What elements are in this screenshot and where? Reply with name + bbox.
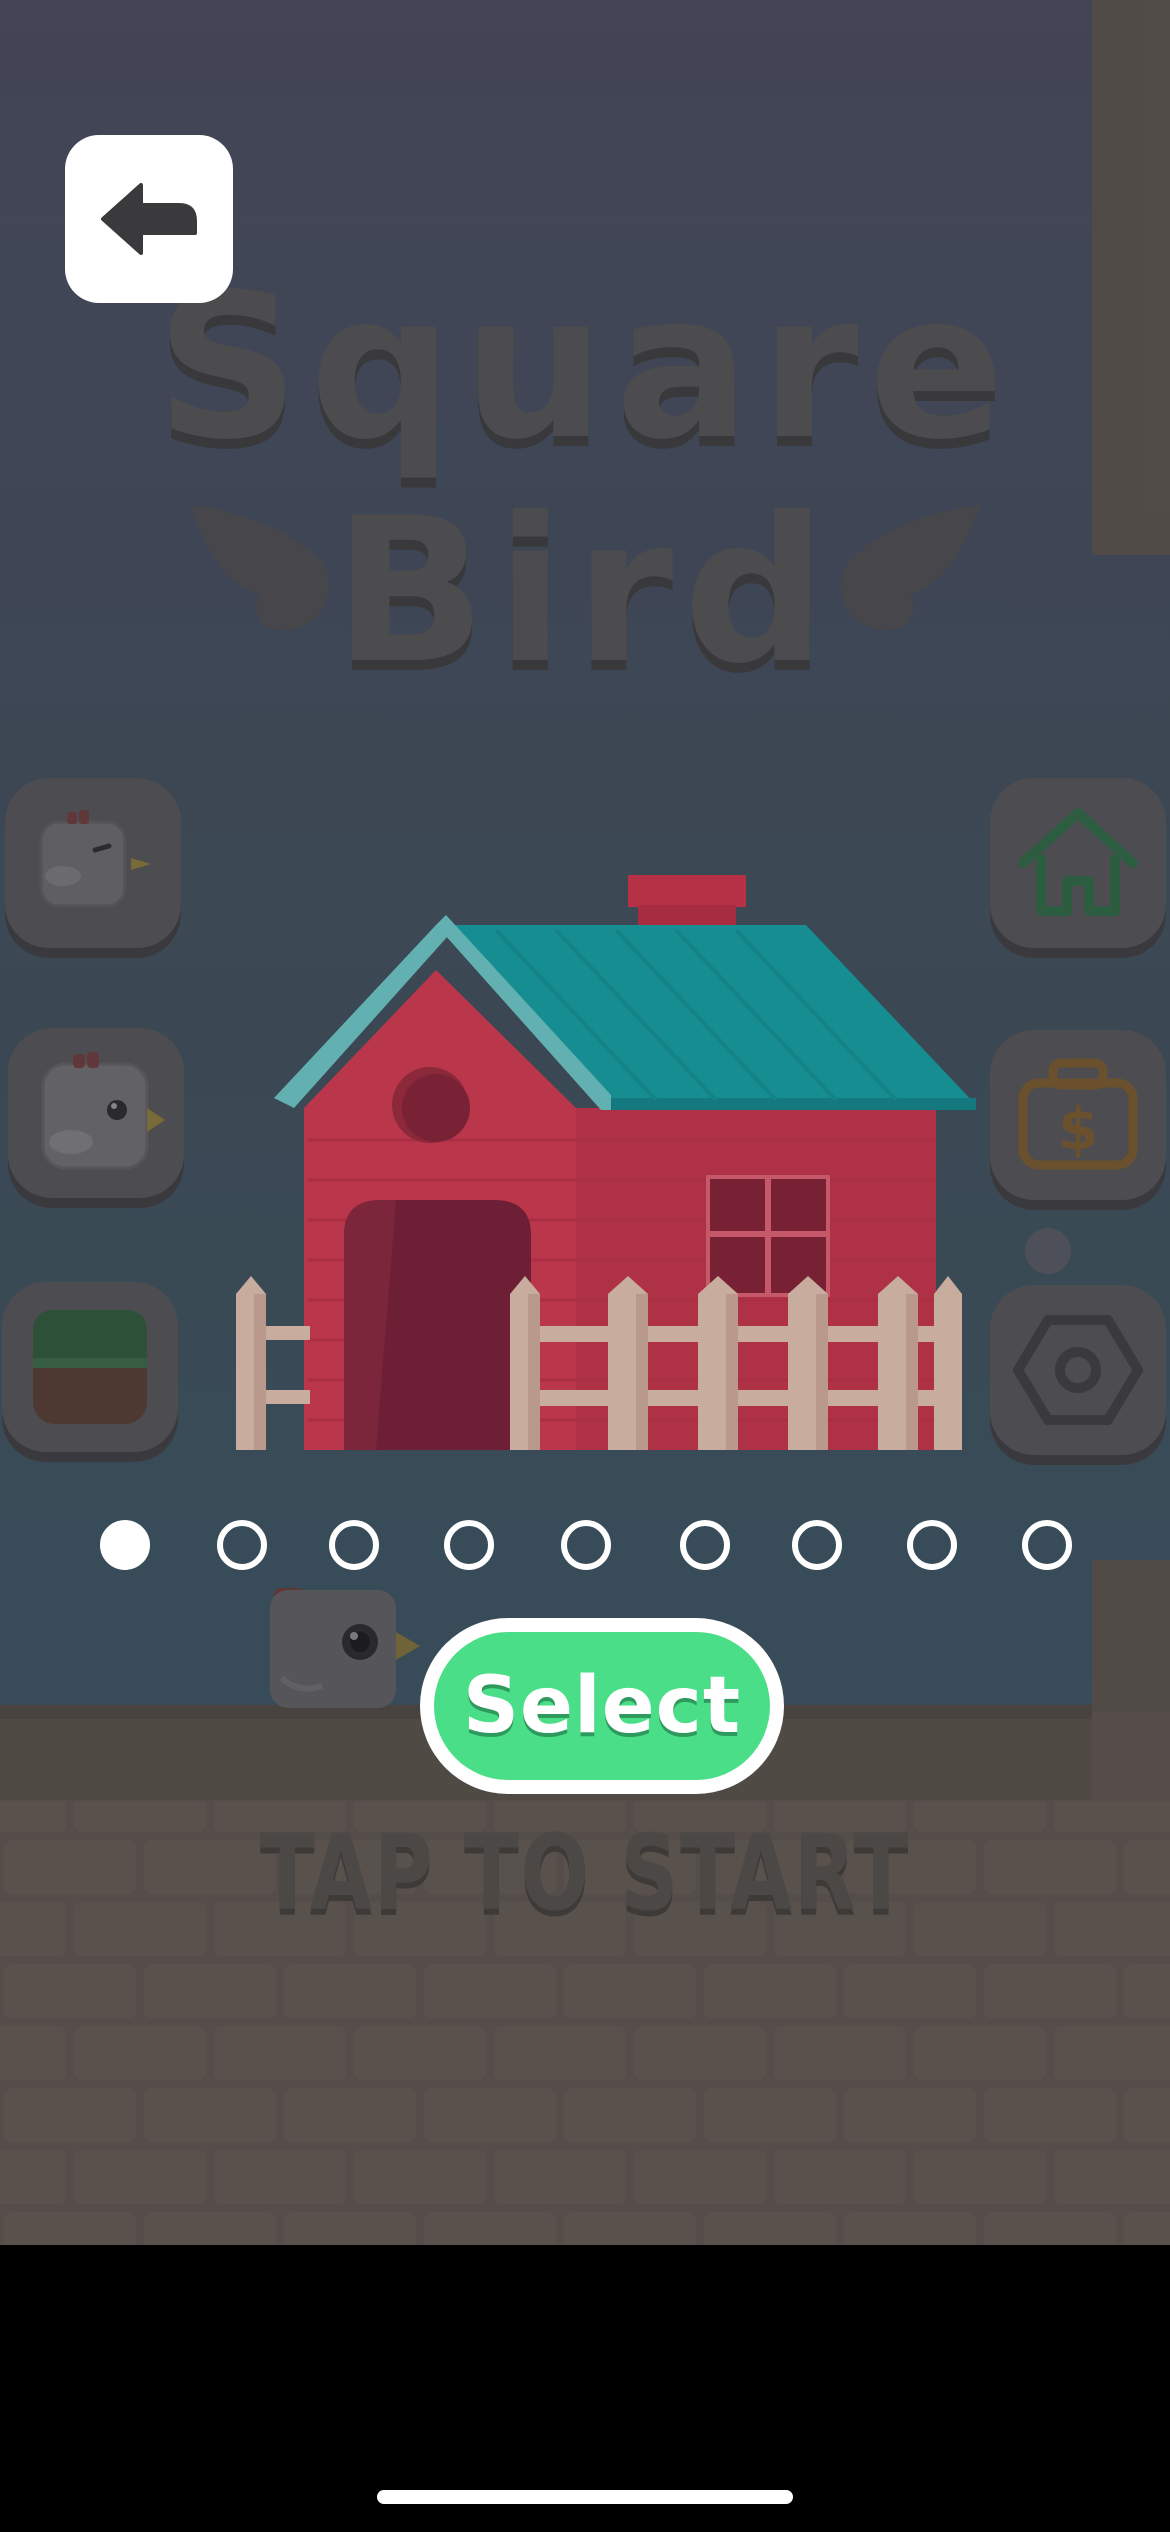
shop-button[interactable]: $	[990, 1030, 1166, 1200]
page-dot-5[interactable]	[561, 1520, 611, 1570]
page-dot-9[interactable]	[1022, 1520, 1072, 1570]
sleeping-bird-button[interactable]	[5, 778, 181, 948]
right-wing-icon	[841, 505, 980, 631]
money-bag-icon: $	[1018, 1058, 1138, 1170]
home-indicator[interactable]	[377, 2490, 793, 2504]
decorative-bubble	[1025, 1228, 1071, 1274]
page-dot-3[interactable]	[329, 1520, 379, 1570]
red-house-illustration	[236, 875, 976, 1450]
select-button-label: Select	[434, 1632, 770, 1780]
back-button[interactable]	[65, 135, 233, 303]
page-dot-7[interactable]	[792, 1520, 842, 1570]
brick-pillar-bottom	[1092, 1560, 1170, 1720]
back-arrow-icon	[101, 183, 197, 255]
svg-text:$: $	[1058, 1095, 1098, 1163]
settings-hex-icon	[1013, 1315, 1143, 1425]
game-screen: Square Bird $ Select TAP TO START	[0, 0, 1170, 2532]
sleeping-bird-icon	[39, 810, 151, 908]
carousel-pagination	[100, 1520, 1080, 1580]
game-title-line2: Bird	[333, 475, 837, 708]
home-button[interactable]	[990, 778, 1166, 948]
player-bird	[270, 1588, 420, 1708]
tap-to-start-prompt: TAP TO START	[259, 1812, 911, 1934]
backgrounds-button[interactable]	[2, 1282, 178, 1452]
select-button[interactable]: Select	[420, 1618, 784, 1794]
page-dot-1[interactable]	[100, 1520, 150, 1570]
page-dot-2[interactable]	[217, 1520, 267, 1570]
page-dot-4[interactable]	[444, 1520, 494, 1570]
bird-icon	[41, 1052, 165, 1170]
bird-skin-button[interactable]	[8, 1028, 184, 1198]
home-icon	[1018, 808, 1138, 916]
settings-button[interactable]	[990, 1285, 1166, 1455]
grass-block-icon	[33, 1310, 147, 1424]
house-scene	[236, 870, 976, 1460]
page-dot-8[interactable]	[907, 1520, 957, 1570]
page-dot-6[interactable]	[680, 1520, 730, 1570]
